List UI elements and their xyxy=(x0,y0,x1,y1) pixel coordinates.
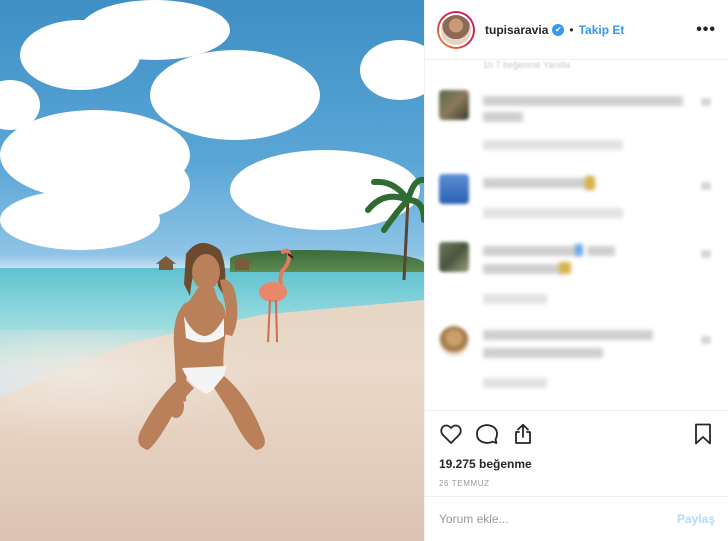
share-icon[interactable] xyxy=(511,422,535,446)
palm-tree xyxy=(365,176,424,280)
cloud xyxy=(80,0,230,60)
comment-text-blurred xyxy=(483,264,563,274)
cloud xyxy=(150,50,320,140)
comment-text-blurred xyxy=(587,246,615,256)
heart-icon[interactable] xyxy=(439,422,463,446)
comment-icon[interactable] xyxy=(475,422,499,446)
comment-text-blurred xyxy=(483,246,579,256)
verified-icon: ✔ xyxy=(552,23,565,36)
comment-text-blurred xyxy=(483,112,523,122)
bookmark-icon[interactable] xyxy=(691,422,715,446)
comment-like-icon[interactable] xyxy=(701,250,711,258)
comment-avatar[interactable] xyxy=(439,326,469,356)
cloud xyxy=(360,40,424,100)
comment-text-blurred xyxy=(483,96,683,106)
post-actions: 19.275 beğenme 26 TEMMUZ xyxy=(425,410,728,488)
comment-text-blurred xyxy=(483,348,603,358)
comments-list[interactable]: 1h 7 beğenme Yanıtla xyxy=(425,60,728,410)
comment-emoji-blurred xyxy=(585,176,595,190)
add-comment-bar: Paylaş xyxy=(425,496,728,541)
comment-avatar[interactable] xyxy=(439,174,469,204)
follow-button[interactable]: Takip Et xyxy=(579,23,625,37)
comment-emoji-blurred xyxy=(575,244,583,256)
username-link[interactable]: tupisaravia xyxy=(485,23,548,37)
action-icons xyxy=(439,421,715,447)
comment-avatar[interactable] xyxy=(439,90,469,120)
more-options-icon[interactable]: ••• xyxy=(696,21,716,39)
comment-meta-blurred xyxy=(483,208,623,218)
comment-meta-blurred xyxy=(483,140,623,150)
post-comment-button[interactable]: Paylaş xyxy=(677,512,715,526)
comment-text-blurred xyxy=(483,330,653,340)
comment-like-icon[interactable] xyxy=(701,182,711,190)
avatar-image xyxy=(439,12,473,47)
post-date[interactable]: 26 TEMMUZ xyxy=(439,479,715,488)
comment-emoji-blurred xyxy=(559,262,571,274)
comment-meta-blurred xyxy=(483,378,547,388)
separator-dot: • xyxy=(569,22,574,37)
post-side-panel: tupisaravia ✔ • Takip Et ••• 1h 7 beğenm… xyxy=(424,0,728,541)
comment-avatar[interactable] xyxy=(439,242,469,272)
comment-input[interactable] xyxy=(439,512,677,526)
instagram-post: tupisaravia ✔ • Takip Et ••• 1h 7 beğenm… xyxy=(0,0,728,541)
profile-avatar[interactable] xyxy=(437,10,475,49)
comment-like-icon[interactable] xyxy=(701,336,711,344)
partial-comment-meta: 1h 7 beğenme Yanıtla xyxy=(483,60,571,70)
woman-in-bikini xyxy=(138,242,265,450)
likes-count[interactable]: 19.275 beğenme xyxy=(439,457,715,471)
comment-text-blurred xyxy=(483,178,593,188)
post-header: tupisaravia ✔ • Takip Et ••• xyxy=(425,0,728,60)
comment-like-icon[interactable] xyxy=(701,98,711,106)
post-photo[interactable] xyxy=(0,0,424,541)
comment-meta-blurred xyxy=(483,294,547,304)
